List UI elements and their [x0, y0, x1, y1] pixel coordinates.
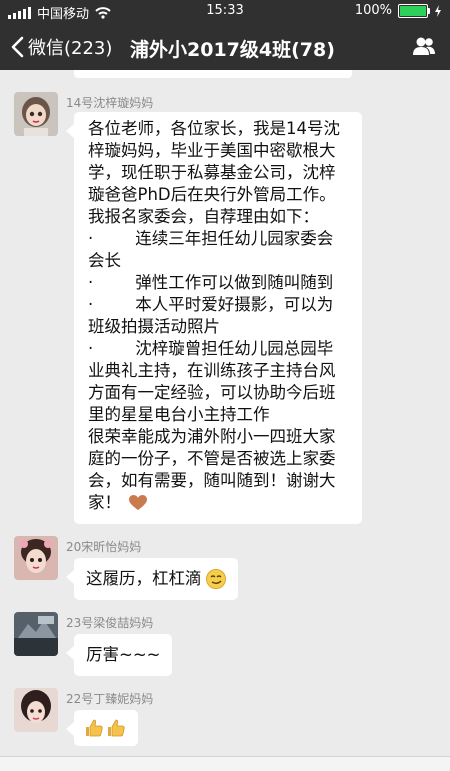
- message-bubble[interactable]: [66, 710, 138, 746]
- back-button[interactable]: 微信(223): [10, 34, 112, 60]
- previous-message-bubble: [74, 70, 352, 78]
- message-bubble[interactable]: 这履历，杠杠滴: [66, 558, 238, 600]
- chevron-left-icon: [11, 36, 24, 58]
- charging-icon: [435, 4, 441, 17]
- message-line: · 本人平时爱好摄影，可以为: [88, 295, 334, 314]
- message-line: 学，现任职于私募基金公司，沈梓: [88, 163, 336, 182]
- message-line: · 连续三年担任幼儿园家委会: [88, 229, 334, 248]
- message-line: · 沈梓璇曾担任幼儿园总园毕: [88, 339, 334, 358]
- message-line: · 弹性工作可以做到随叫随到: [88, 273, 334, 292]
- message-bubble[interactable]: 厉害~~~: [65, 634, 173, 676]
- battery-icon: [398, 3, 430, 18]
- chat-title: 浦外小2017级4班(78): [130, 39, 335, 61]
- chat-content[interactable]: 14号沈梓璇妈妈 各位老师，各位家长，我是14号沈 梓璇妈妈，毕业于美国中密歇根…: [0, 70, 450, 771]
- message-line: 梓璇妈妈，毕业于美国中密歇根大: [88, 141, 336, 160]
- input-bar[interactable]: [0, 756, 450, 771]
- battery-percent: 100%: [354, 3, 392, 18]
- avatar[interactable]: [14, 688, 58, 732]
- thumbs-up-icon: [86, 719, 103, 737]
- message-bubble[interactable]: 各位老师，各位家长，我是14号沈 梓璇妈妈，毕业于美国中密歇根大 学，现任职于私…: [66, 112, 362, 524]
- avatar[interactable]: [14, 92, 58, 136]
- message-text: 这履历，杠杠滴: [86, 569, 202, 588]
- message-text: 厉害~~~: [86, 645, 161, 664]
- message-line: 家！: [88, 493, 121, 512]
- message-line: 业典礼主持，在训练孩子主持台风: [88, 361, 336, 380]
- sender-name: 23号梁俊喆妈妈: [66, 616, 154, 630]
- back-label: 微信(223): [28, 38, 113, 59]
- message-line: 方面有一定经验，可以协助今后班: [88, 383, 336, 402]
- group-info-button[interactable]: [412, 36, 436, 60]
- message-line: 班级拍摄活动照片: [88, 317, 220, 336]
- thumbs-up-icon: [108, 719, 125, 737]
- people-icon: [413, 37, 435, 55]
- status-bar: 中国移动 15:33 100%: [0, 0, 450, 22]
- message-line: 我报名家委会，自荐理由如下：: [88, 207, 319, 226]
- avatar[interactable]: [14, 612, 58, 656]
- sender-name: 22号丁臻妮妈妈: [66, 692, 154, 706]
- avatar[interactable]: [14, 536, 58, 580]
- nav-bar: 微信(223) 浦外小2017级4班(78): [0, 22, 450, 70]
- sender-name: 20宋昕怡妈妈: [66, 540, 142, 554]
- message-line: 很荣幸能成为浦外附小一四班大家: [88, 427, 336, 446]
- message-line: 里的星星电台小主持工作: [88, 405, 270, 424]
- message-line: 各位老师，各位家长，我是14号沈: [88, 119, 340, 138]
- message-line: 会长: [88, 251, 121, 270]
- message-line: 会，如有需要，随叫随到！谢谢大: [88, 471, 336, 490]
- heart-icon: [129, 495, 147, 510]
- message-line: 庭的一份子，不管是否被选上家委: [88, 449, 336, 468]
- message-line: 璇爸爸PhD后在央行外管局工作。: [88, 185, 336, 204]
- smirk-face-icon: [205, 569, 226, 589]
- sender-name: 14号沈梓璇妈妈: [66, 96, 154, 110]
